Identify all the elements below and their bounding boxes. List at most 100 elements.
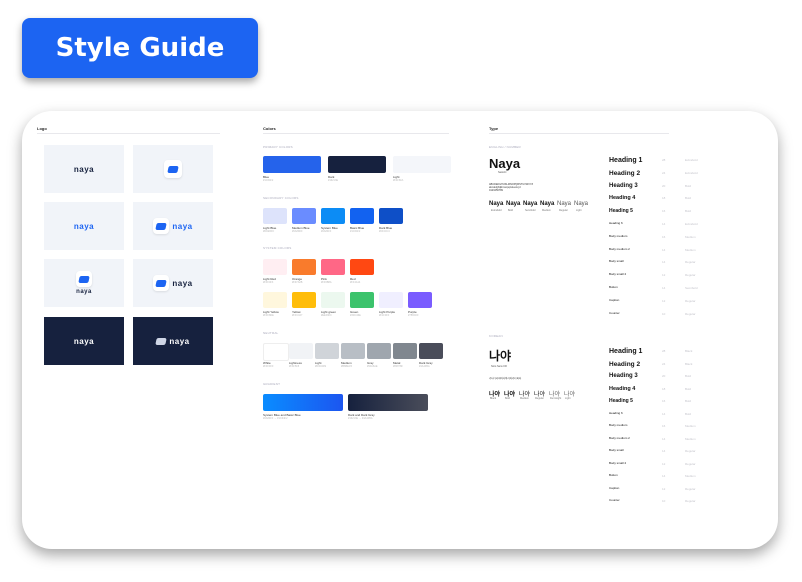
color-swatch-hex: #1C64F2 (350, 230, 361, 233)
type-scale-size: 14 (662, 222, 666, 226)
type-scale-size: 18 (662, 196, 666, 201)
type-scale-weight: Regular (685, 461, 696, 466)
gradient-swatch-hex: #0A84FF → #1C64F2 (263, 417, 288, 420)
color-swatch (263, 259, 287, 275)
type-scale-name: Heading 4 (609, 385, 636, 392)
color-swatch-hex: #7B5CFF (408, 314, 419, 317)
type-scale-weight: Regular (685, 486, 696, 491)
english-weight-sample: Naya (523, 201, 538, 207)
system-colors-label: SYSTEM COLORS (263, 246, 292, 250)
korean-weight-label: Bold (505, 397, 511, 400)
korean-type-sample: 나야 (489, 349, 512, 363)
color-swatch (292, 292, 316, 308)
color-swatch (379, 292, 403, 308)
type-scale-weight: Regular (685, 311, 696, 316)
color-swatch-hex: #F97A2B (292, 281, 303, 284)
logo-wordmark: naya (76, 289, 92, 295)
color-swatch (315, 343, 339, 359)
type-scale-name: Heading 1 (609, 348, 643, 355)
logo-wordmark: naya (73, 164, 95, 174)
color-swatch-hex: #FFFFFF (263, 365, 274, 368)
gradient-swatch-hex: #16213E → #4A4D5A (348, 417, 373, 420)
logo-mark-icon (167, 165, 179, 173)
type-scale-size: 16 (662, 209, 666, 214)
korean-weight-label: Regular (535, 397, 544, 400)
type-scale-name: Caption (609, 297, 620, 302)
color-swatch-hex: #EEF9F0 (321, 314, 332, 317)
color-swatch-hex: #DDE5FF (263, 230, 275, 233)
gradient-swatch (263, 394, 343, 411)
type-scale-name: Body medium (609, 423, 628, 427)
type-scale-name: Body medium 2 (609, 246, 630, 251)
type-scale-weight: Bold (685, 209, 692, 214)
type-scale-weight: Bold (685, 411, 692, 416)
logo-tile-combo-dark: naya (133, 259, 213, 307)
english-type-sample: Naya (489, 156, 521, 171)
english-weight-sample: Naya (557, 201, 572, 207)
secondary-colors-label: SECONDARY COLORS (263, 196, 299, 200)
logo-tile-wordmark-blue: naya (44, 202, 124, 250)
color-swatch (393, 156, 451, 173)
type-scale-name: Counter (609, 310, 620, 315)
color-swatch-hex: #0F4CC4 (379, 230, 390, 233)
logo-tile-stacked: naya (44, 259, 124, 307)
type-scale-weight: Medium (685, 436, 696, 441)
korean-weight-label: Black (490, 397, 497, 400)
english-weight-label: Extrabold (491, 209, 502, 212)
type-scale-size: 14 (662, 286, 666, 290)
logo-tile-mark (133, 145, 213, 193)
color-swatch-hex: #F4F6FA (393, 179, 404, 182)
type-scale-name: Caption (609, 485, 620, 490)
english-weight-label: Light (576, 209, 582, 212)
type-scale-weight: Regular (685, 298, 696, 303)
logo-mark-icon (78, 275, 90, 283)
color-swatch-hex: #0A84FF (321, 230, 332, 233)
color-swatch (419, 343, 443, 359)
color-swatch (263, 292, 287, 308)
type-scale-weight: Medium (685, 424, 696, 428)
english-weight-sample: Naya (574, 201, 589, 207)
type-scale-name: Counter (609, 498, 620, 502)
color-swatch (367, 343, 391, 359)
logo-mark-box (164, 160, 182, 178)
type-scale-weight: Bold (685, 399, 692, 403)
korean-type-label: KOREAN (489, 334, 503, 338)
color-swatch (292, 208, 316, 224)
type-scale-weight: Extrabold (685, 170, 698, 175)
type-scale-size: 28 (662, 349, 666, 353)
color-swatch-hex: #80878F (393, 365, 403, 368)
type-scale-name: Heading 3 (609, 182, 638, 189)
color-swatch-hex: #FFF8DE (263, 314, 274, 317)
logo-mark-icon (155, 222, 168, 230)
type-scale-weight: Regular (685, 449, 696, 453)
type-scale-name: Heading 4 (609, 195, 636, 202)
logo-mark-icon (155, 279, 168, 287)
logo-section-title: Logo (37, 126, 47, 131)
type-scale-name: Body small (609, 259, 624, 264)
type-scale-size: 20 (662, 374, 666, 378)
primary-colors-label: PRIMARY COLORS (263, 145, 293, 149)
color-swatch-hex: #F3F5F8 (289, 365, 300, 368)
logo-tile-combo-blue: naya (133, 202, 213, 250)
type-scale-name: Heading 1 (609, 157, 643, 164)
type-scale-size: 24 (662, 361, 666, 366)
english-weight-sample: Naya (489, 201, 504, 207)
color-swatch-hex: #FFC107 (292, 314, 303, 317)
color-swatch (321, 208, 345, 224)
english-weight-sample: Naya (506, 201, 521, 207)
type-scale-name: Body small (609, 448, 624, 452)
english-weight-label: Regular (559, 209, 568, 212)
color-swatch (263, 208, 287, 224)
type-scale-size: 14 (662, 474, 666, 478)
type-scale-name: Heading 2 (609, 360, 641, 368)
type-scale-name: Body medium 2 (609, 435, 630, 440)
type-scale-weight: Bold (685, 196, 692, 201)
type-scale-size: 14 (662, 247, 666, 252)
korean-weight-label: Medium (520, 397, 529, 400)
english-type-label: ENGLISH / NUMBER (489, 145, 521, 149)
type-scale-weight: Extrabold (685, 222, 698, 226)
type-scale-weight: Bold (685, 386, 692, 391)
logo-section-rule (37, 133, 220, 134)
color-swatch-hex: #1C64F2 (263, 179, 274, 182)
type-scale-weight: Bold (685, 183, 692, 188)
